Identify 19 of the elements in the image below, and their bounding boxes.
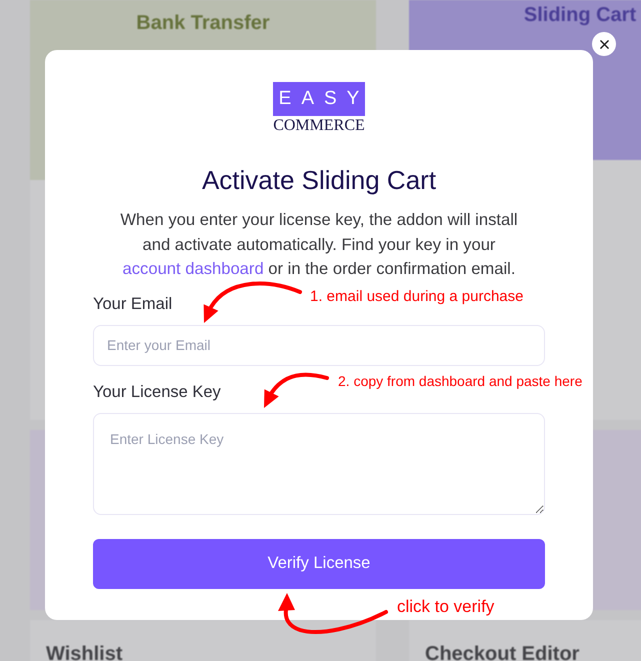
description-text: When you enter your license key, the addon will install and activate automatically. Find your key in your account dashboard or in the order confirmation email. (119, 209, 519, 280)
card-title: Wishlist (46, 643, 122, 661)
field-label: Your License Key (93, 382, 221, 402)
annotation-text: 2. copy from dashboard and paste here (338, 373, 582, 389)
annotation-text: click to verify (397, 597, 494, 616)
card-title: Checkout Editor (425, 643, 580, 661)
input-field[interactable]: Enter your Email (93, 324, 545, 366)
annotation-arrow (264, 372, 329, 408)
logo-badge: EASY (273, 82, 365, 116)
verify-button[interactable]: Verify License (93, 538, 545, 588)
card-title: Bank Transfer (136, 11, 270, 35)
dashboard-link[interactable]: account dashboard (122, 259, 264, 278)
field-label: Your Email (93, 294, 172, 314)
dialog-title: Activate Sliding Cart (200, 165, 438, 195)
logo-wordmark: COMMERCE (273, 118, 365, 134)
textarea-field[interactable]: Enter License Key (93, 412, 545, 514)
close-icon (600, 40, 608, 48)
annotation-text: 1. email used during a purchase (310, 288, 524, 305)
card-title: Sliding Cart (524, 3, 636, 27)
